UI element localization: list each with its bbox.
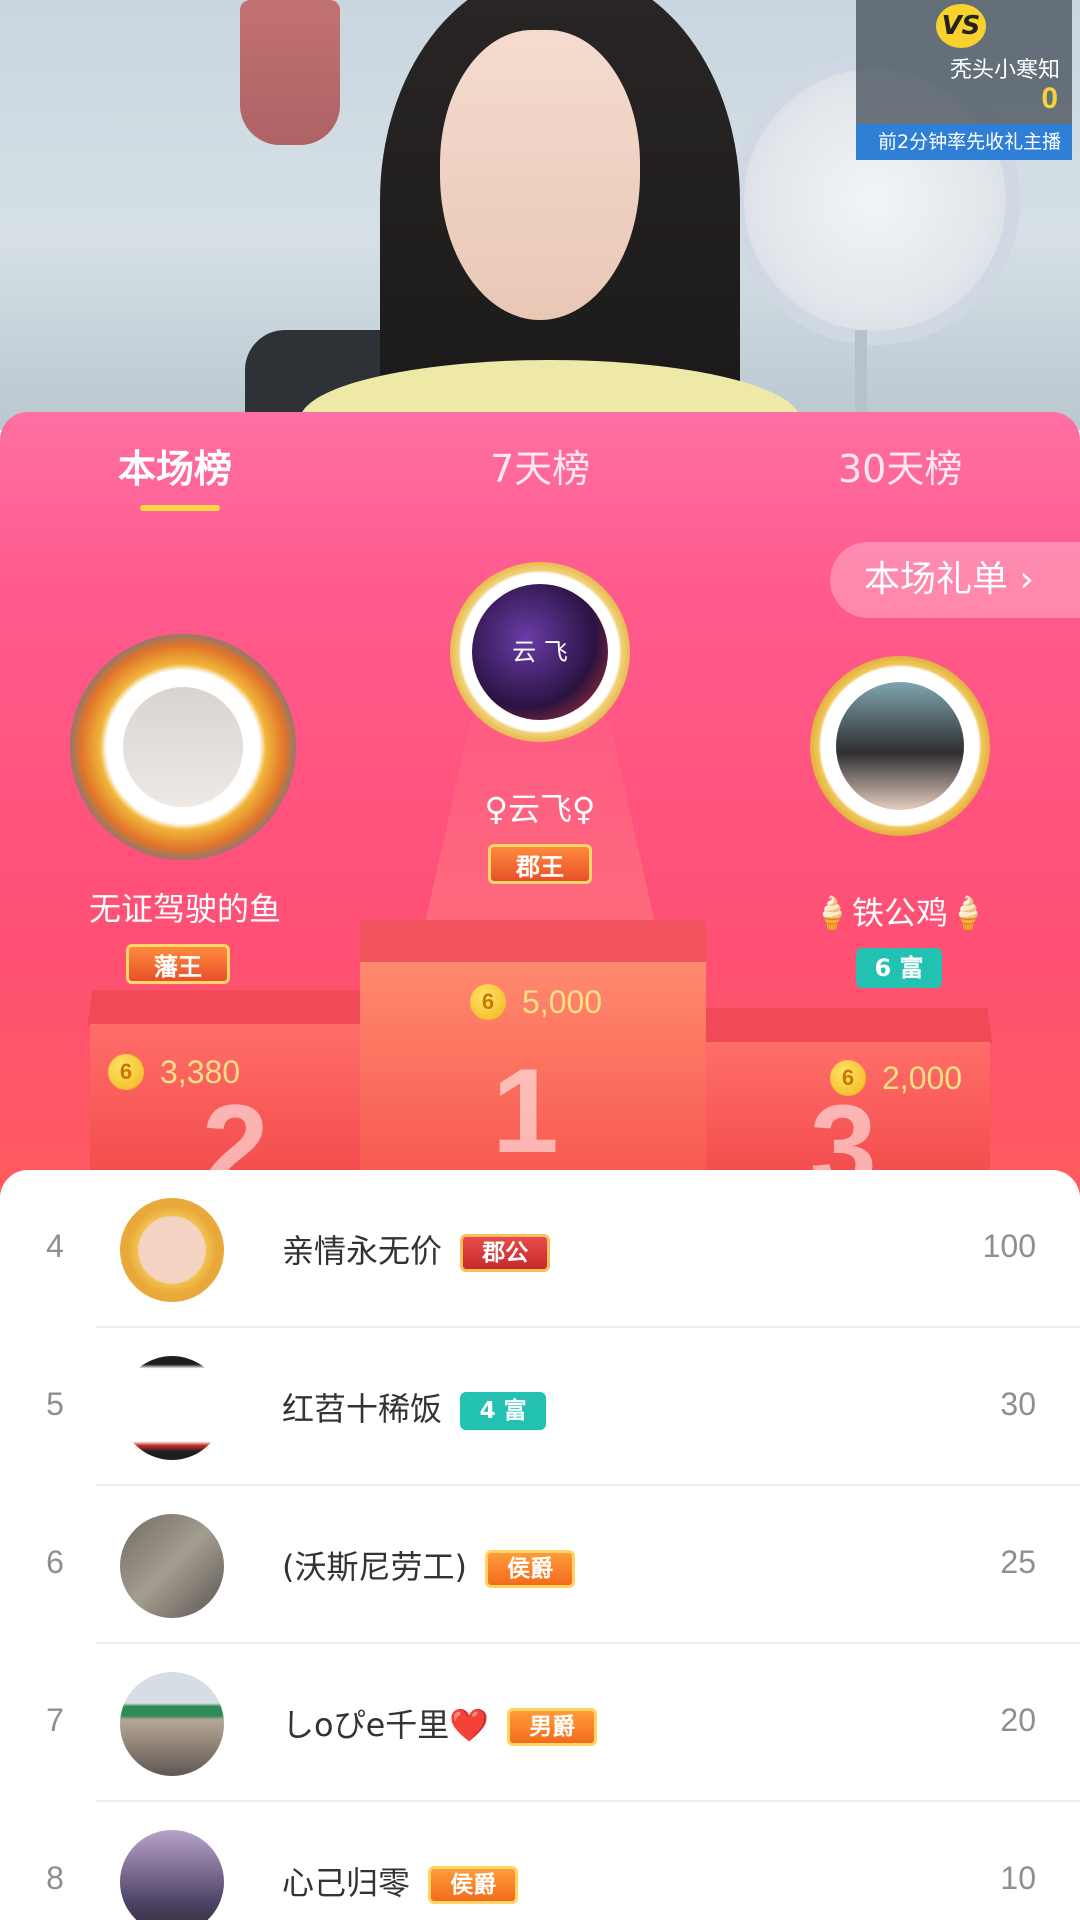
tab-30-days[interactable]: 30天榜	[838, 438, 962, 493]
second-place-avatar	[123, 687, 243, 807]
first-place-avatar: 云 飞	[472, 584, 608, 720]
third-place-rank-badge: 6 富	[856, 948, 942, 988]
list-item-username: 红苕十稀饭	[282, 1390, 443, 1428]
first-place-coin-icon: 6	[470, 984, 506, 1020]
podium-2-top	[87, 990, 383, 1026]
opponent-name: 秃头小寒知	[949, 58, 1060, 83]
list-item-avatar	[120, 1672, 224, 1776]
list-item-avatar	[120, 1198, 224, 1302]
list-item-badge: 侯爵	[428, 1866, 519, 1904]
list-item-name: 心己归零 侯爵	[282, 1858, 519, 1904]
list-item-username: (沃斯尼劳工)	[282, 1548, 467, 1586]
session-gift-list-button[interactable]: 本场礼单 ›	[830, 542, 1080, 618]
list-item-username: 心己归零	[282, 1864, 411, 1902]
second-place-avatar-frame[interactable]	[70, 634, 296, 860]
list-item-badge: 4 富	[460, 1392, 547, 1430]
podium-3-top	[697, 1008, 993, 1044]
streamer-face	[440, 30, 640, 320]
list-item-score: 10	[1000, 1860, 1036, 1896]
podium-1-top	[360, 920, 706, 964]
first-place-coins: 5,000	[522, 984, 603, 1020]
third-place-name[interactable]: 🍦铁公鸡🍦	[780, 888, 1020, 934]
list-item[interactable]: 8 心己归零 侯爵 10	[0, 1802, 1080, 1920]
list-item-rank: 4	[46, 1228, 64, 1264]
second-place-coin-icon: 6	[108, 1054, 144, 1090]
third-place-avatar-frame[interactable]	[810, 656, 990, 836]
list-item-avatar	[120, 1356, 224, 1460]
live-video[interactable]: VS 秃头小寒知 0 前2分钟率先收礼主播	[0, 0, 1080, 430]
vs-badge-icon: VS	[936, 4, 986, 48]
list-item[interactable]: 4 亲情永无价 郡公 100	[0, 1170, 1080, 1328]
pk-vs-panel[interactable]: VS 秃头小寒知 0 前2分钟率先收礼主播	[856, 0, 1072, 160]
list-item-rank: 5	[46, 1386, 64, 1422]
list-item-avatar	[120, 1830, 224, 1920]
second-place-coins: 3,380	[160, 1054, 241, 1090]
pk-tip-banner: 前2分钟率先收礼主播	[856, 124, 1072, 160]
list-item-rank: 6	[46, 1544, 64, 1580]
list-item-name: 亲情永无价 郡公	[282, 1226, 551, 1272]
list-item-score: 100	[982, 1228, 1036, 1264]
third-place-coins: 2,000	[882, 1060, 963, 1096]
list-item-score: 25	[1000, 1544, 1036, 1580]
tab-this-session[interactable]: 本场榜	[118, 438, 232, 493]
third-place-avatar	[836, 682, 964, 810]
third-place-coin-icon: 6	[830, 1060, 866, 1096]
ranking-tabs: 本场榜 7天榜 30天榜	[0, 412, 1080, 540]
first-place-rank-badge: 郡王	[488, 844, 592, 884]
active-tab-indicator	[140, 505, 220, 511]
list-item-score: 30	[1000, 1386, 1036, 1422]
list-item-username: しoぴe千里❤️	[282, 1706, 490, 1744]
list-item-score: 20	[1000, 1702, 1036, 1738]
list-item-rank: 8	[46, 1860, 64, 1896]
second-place-rank-badge: 藩王	[126, 944, 230, 984]
first-place-avatar-frame[interactable]: 云 飞	[450, 562, 630, 742]
list-item[interactable]: 6 (沃斯尼劳工) 侯爵 25	[0, 1486, 1080, 1644]
list-item[interactable]: 5 红苕十稀饭 4 富 30	[0, 1328, 1080, 1486]
wall-decoration	[240, 0, 340, 145]
list-item-avatar	[120, 1514, 224, 1618]
tab-7-days[interactable]: 7天榜	[490, 438, 590, 493]
podium-1-number: 1	[492, 1044, 559, 1178]
opponent-score: 0	[1041, 82, 1058, 115]
first-place-avatar-text: 云 飞	[512, 638, 568, 666]
list-item-name: 红苕十稀饭 4 富	[282, 1384, 547, 1430]
ranking-list[interactable]: 4 亲情永无价 郡公 100 5 红苕十稀饭 4 富 30 6 (沃斯尼劳工)	[0, 1170, 1080, 1920]
list-item-username: 亲情永无价	[282, 1232, 443, 1270]
ranking-panel: 本场榜 7天榜 30天榜 本场礼单 › 2 3 1 云 飞 ♀云飞♀ 郡王 6 …	[0, 412, 1080, 1920]
podium-2: 2	[90, 1024, 380, 1214]
second-place-name[interactable]: 无证驾驶的鱼	[40, 884, 330, 930]
list-item-name: しoぴe千里❤️ 男爵	[282, 1700, 598, 1746]
first-place-name[interactable]: ♀云飞♀	[430, 784, 650, 830]
list-item-badge: 男爵	[507, 1708, 598, 1746]
list-item-badge: 侯爵	[485, 1550, 576, 1588]
list-item-rank: 7	[46, 1702, 64, 1738]
list-item-name: (沃斯尼劳工) 侯爵	[282, 1542, 576, 1588]
list-item-badge: 郡公	[460, 1234, 551, 1272]
list-item[interactable]: 7 しoぴe千里❤️ 男爵 20	[0, 1644, 1080, 1802]
